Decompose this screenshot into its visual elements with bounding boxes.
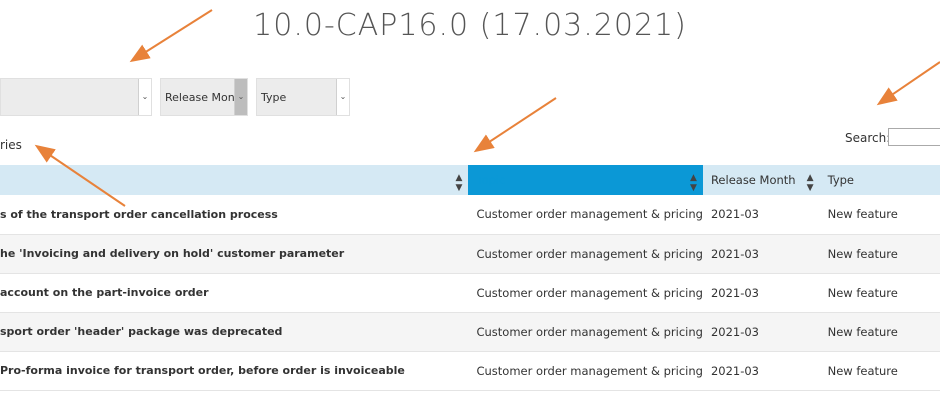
row-title[interactable]: he 'Invoicing and delivery on hold' cust… (0, 234, 469, 274)
filter-type[interactable]: Type ⌄ (256, 78, 350, 116)
column-header-topic[interactable]: Topic ▲ ▼ (468, 165, 703, 195)
row-release-month: 2021-03 (702, 234, 820, 274)
table-header-row: ▲▼ Topic ▲▼ Release Month ▲▼ Type ▲▼ (0, 165, 940, 195)
table-row[interactable]: s of the transport order cancellation pr… (0, 195, 940, 235)
release-notes-table: ▲▼ Topic ▲▼ Release Month ▲▼ Type ▲▼ s o… (0, 165, 940, 391)
column-header-label: Release Month (710, 173, 796, 187)
row-release-month: 2021-03 (702, 312, 820, 352)
table-row[interactable]: Pro-forma invoice for transport order, b… (0, 351, 940, 391)
table-row[interactable]: he 'Invoicing and delivery on hold' cust… (0, 234, 940, 274)
search-input[interactable] (888, 128, 940, 146)
sort-icon: ▲ ▼ (806, 173, 814, 193)
row-title[interactable]: s of the transport order cancellation pr… (0, 195, 469, 235)
row-topic: Customer order management & pricing (468, 195, 703, 235)
row-topic: Customer order management & pricing (468, 351, 703, 391)
column-header-release-month[interactable]: Release Month ▲ ▼ (702, 165, 820, 195)
row-title[interactable]: sport order 'header' package was depreca… (0, 312, 469, 352)
row-topic: Customer order management & pricing (468, 273, 703, 313)
row-release-month: 2021-03 (702, 273, 820, 313)
annotation-arrow (876, 61, 940, 106)
row-topic: Customer order management & pricing (468, 312, 703, 352)
row-type: New feature (819, 195, 940, 235)
row-release-month: 2021-03 (702, 351, 820, 391)
filter-release-month[interactable]: Release Month ⌄ (160, 78, 248, 116)
sort-icon: ▲ ▼ (690, 173, 697, 193)
row-title[interactable]: account on the part-invoice order (0, 273, 469, 313)
entries-info: ries (0, 138, 22, 152)
row-release-month: 2021-03 (702, 195, 820, 235)
column-header-type[interactable]: Type ▲▼ (819, 165, 940, 195)
row-type: New feature (819, 312, 940, 352)
row-type: New feature (819, 351, 940, 391)
row-type: New feature (819, 273, 940, 313)
filter-select-1[interactable]: ⌄ (0, 78, 152, 116)
page-title: 10.0-CAP16.0 (17.03.2021) (253, 8, 687, 43)
table-row[interactable]: sport order 'header' package was depreca… (0, 312, 940, 352)
annotation-arrow (473, 97, 557, 153)
chevron-down-icon: ⌄ (336, 79, 349, 115)
chevron-down-icon: ⌄ (234, 79, 247, 115)
sort-icon: ▲ ▼ (455, 173, 463, 193)
column-header-label: Topic (476, 173, 506, 187)
column-header-title[interactable]: ▲ ▼ (0, 165, 469, 195)
chevron-down-icon: ⌄ (138, 79, 151, 115)
row-title[interactable]: Pro-forma invoice for transport order, b… (0, 351, 469, 391)
search-label: Search: (845, 131, 891, 145)
column-header-label: Type (827, 173, 855, 187)
table-row[interactable]: account on the part-invoice order Custom… (0, 273, 940, 313)
row-topic: Customer order management & pricing (468, 234, 703, 274)
row-type: New feature (819, 234, 940, 274)
filter-type-label: Type (261, 91, 287, 104)
